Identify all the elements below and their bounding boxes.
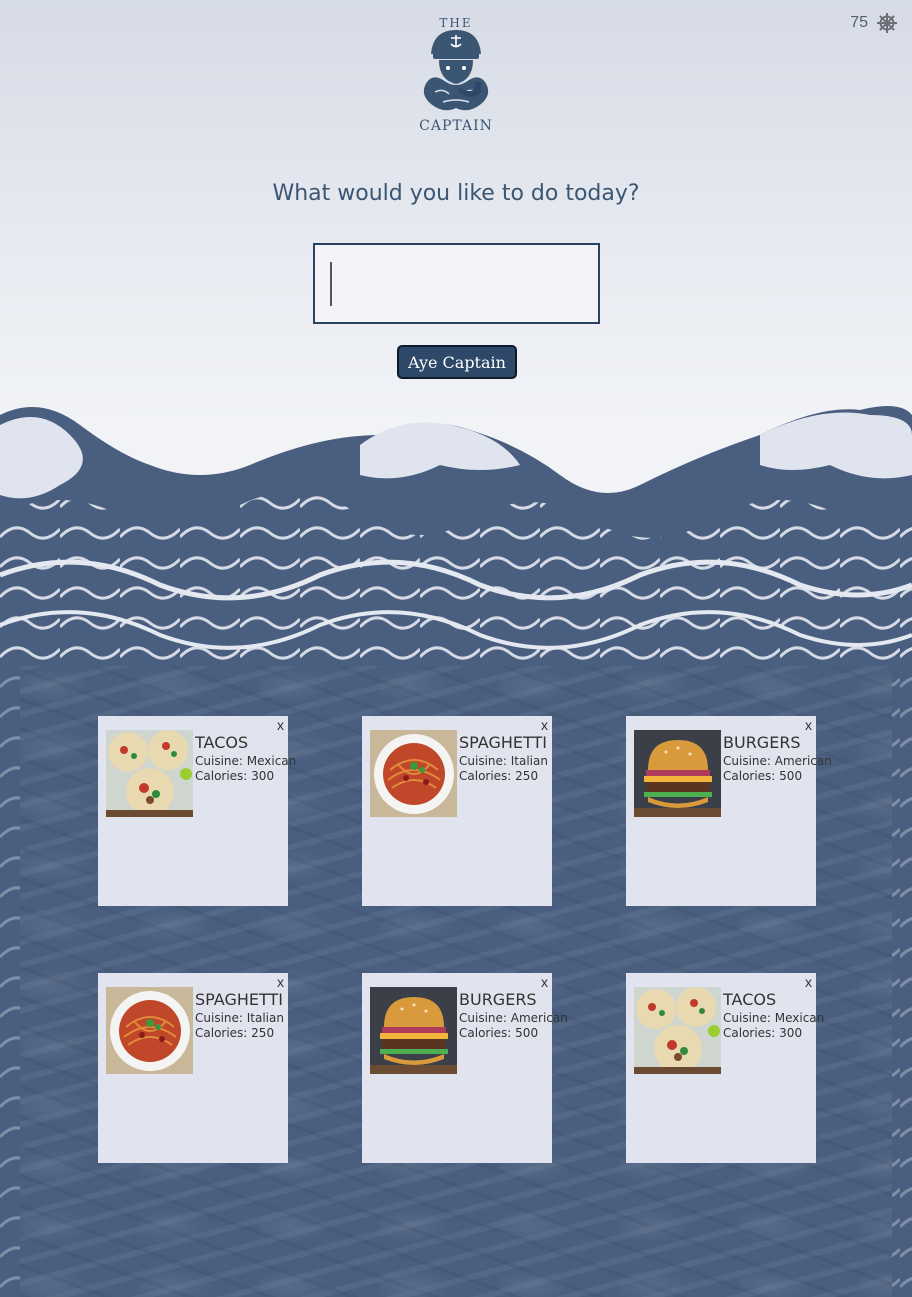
recipe-image — [106, 987, 193, 1074]
recipe-name: TACOS — [195, 733, 249, 752]
recipe-image — [634, 730, 721, 817]
recipe-cuisine: Cuisine: Italian — [195, 1011, 284, 1025]
page-prompt: What would you like to do today? — [272, 181, 640, 206]
recipe-image — [634, 987, 721, 1074]
aye-captain-button[interactable]: Aye Captain — [397, 345, 517, 379]
recipe-cuisine: Cuisine: Mexican — [195, 754, 297, 768]
recipe-calories: Calories: 300 — [195, 769, 275, 783]
ship-wheel-icon[interactable] — [876, 12, 898, 34]
counter-widget: 75 — [850, 12, 898, 34]
recipe-card[interactable]: x BURGERS Cuisine: American Calories: 500 — [626, 716, 832, 906]
recipe-cuisine: Cuisine: Italian — [459, 754, 548, 768]
recipe-calories: Calories: 500 — [723, 769, 803, 783]
recipe-name: SPAGHETTI — [195, 990, 283, 1009]
recipe-name: BURGERS — [723, 733, 801, 752]
logo-top-text: THE — [439, 16, 472, 30]
recipe-name: BURGERS — [459, 990, 537, 1009]
recipe-card[interactable]: x SPAGHETTI Cuisine: Italian Calories: 250 — [362, 716, 552, 906]
recipe-cuisine: Cuisine: American — [459, 1011, 568, 1025]
recipe-card[interactable]: x TACOS Cuisine: Mexican Calories: 300 — [98, 716, 296, 906]
counter-value: 75 — [850, 14, 868, 31]
recipe-card[interactable]: x SPAGHETTI Cuisine: Italian Calories: 250 — [98, 973, 288, 1163]
recipe-calories: Calories: 300 — [723, 1026, 803, 1040]
recipe-card[interactable]: x TACOS Cuisine: Mexican Calories: 300 — [626, 973, 824, 1163]
close-icon[interactable]: x — [277, 716, 284, 734]
recipe-card[interactable]: x BURGERS Cuisine: American Calories: 500 — [362, 973, 568, 1163]
command-input[interactable] — [313, 243, 600, 324]
recipe-image — [370, 987, 457, 1074]
captain-logo: THE CAPTAIN — [413, 14, 499, 138]
close-icon[interactable]: x — [541, 716, 548, 734]
close-icon[interactable]: x — [541, 973, 548, 991]
recipe-cuisine: Cuisine: American — [723, 754, 832, 768]
close-icon[interactable]: x — [805, 973, 812, 991]
text-caret — [330, 262, 332, 306]
recipe-name: SPAGHETTI — [459, 733, 547, 752]
logo-bottom-text: CAPTAIN — [419, 118, 493, 134]
recipe-image — [370, 730, 457, 817]
close-icon[interactable]: x — [277, 973, 284, 991]
recipe-calories: Calories: 250 — [195, 1026, 275, 1040]
recipe-calories: Calories: 250 — [459, 769, 539, 783]
recipe-image — [106, 730, 193, 817]
recipe-calories: Calories: 500 — [459, 1026, 539, 1040]
close-icon[interactable]: x — [805, 716, 812, 734]
recipe-name: TACOS — [723, 990, 777, 1009]
recipe-cuisine: Cuisine: Mexican — [723, 1011, 825, 1025]
